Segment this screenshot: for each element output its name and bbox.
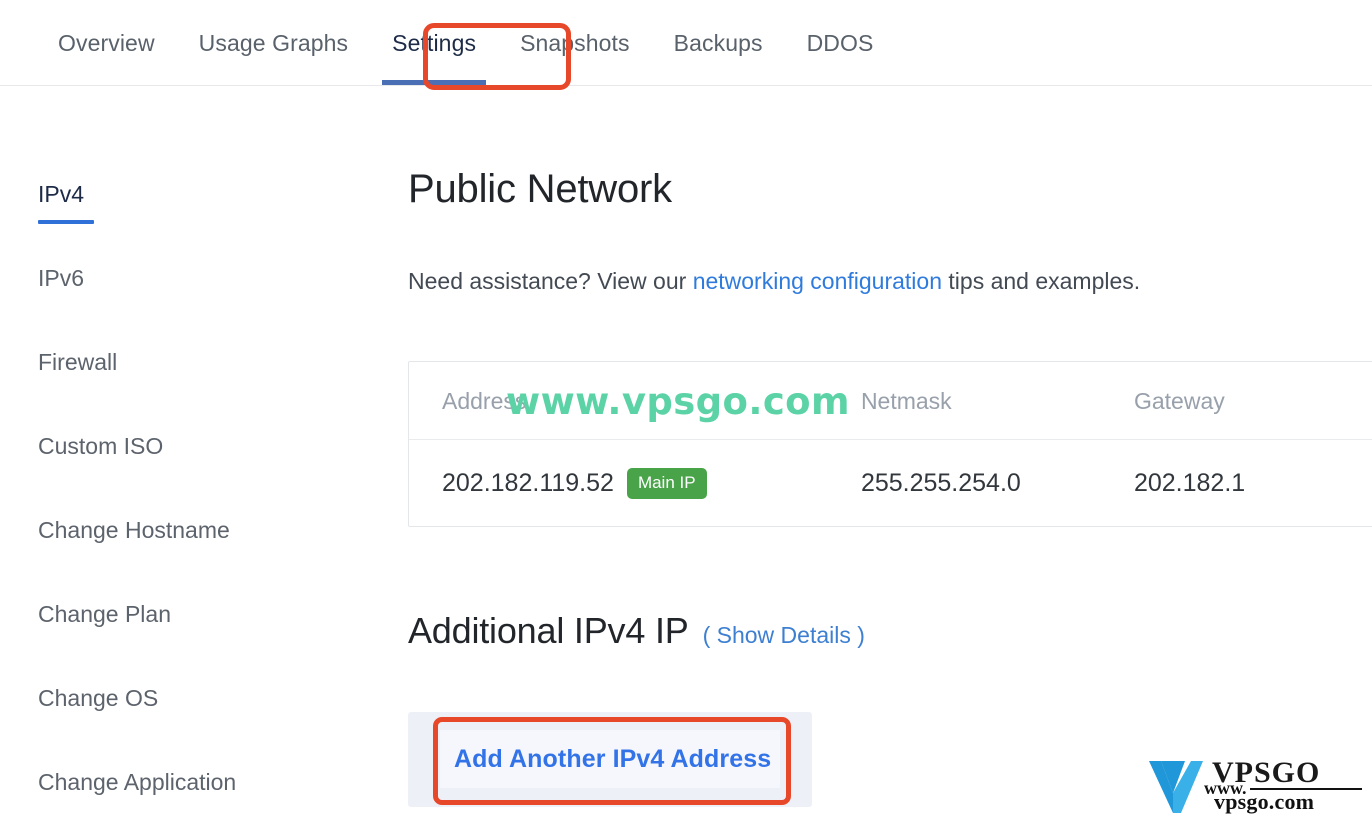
tab-list: Overview Usage Graphs Settings Snapshots…	[36, 0, 895, 85]
column-header-netmask: Netmask	[860, 387, 952, 414]
sidebar-item-custom-iso[interactable]: Custom ISO	[0, 432, 400, 516]
cell-address: 202.182.119.52 Main IP	[409, 467, 861, 499]
table-row: 202.182.119.52 Main IP 255.255.254.0 202…	[409, 440, 1372, 526]
tab-active-underline	[382, 80, 487, 85]
sidebar-item-label: Firewall	[38, 349, 118, 375]
sidebar-item-firewall[interactable]: Firewall	[0, 348, 400, 432]
column-header-gateway: Gateway	[1133, 387, 1225, 414]
additional-ipv4-heading: Additional IPv4 IP	[408, 610, 689, 651]
tab-label: Settings	[392, 30, 477, 56]
tab-backups[interactable]: Backups	[652, 0, 785, 85]
sidebar-item-change-os[interactable]: Change OS	[0, 684, 400, 768]
logo-v-icon	[1143, 761, 1203, 813]
assistance-text: Need assistance? View our networking con…	[408, 266, 1140, 296]
logo-text: VPSGO www. vpsgo.com	[1204, 757, 1366, 815]
sidebar-item-label: Change Plan	[38, 601, 171, 627]
column-header-address: Address	[442, 387, 527, 414]
tab-label: Overview	[58, 30, 155, 56]
page-title: Public Network	[408, 167, 672, 211]
sidebar-item-change-plan[interactable]: Change Plan	[0, 600, 400, 684]
sidebar-item-label: Change Application	[38, 769, 237, 795]
tab-settings[interactable]: Settings	[370, 0, 498, 85]
sidebar-item-label: IPv6	[38, 265, 85, 291]
add-ipv4-panel: Add Another IPv4 Address	[408, 712, 812, 807]
assistance-text-after: tips and examples.	[942, 268, 1141, 294]
tab-label: Backups	[673, 30, 763, 56]
add-another-ipv4-address-button[interactable]: Add Another IPv4 Address	[440, 730, 780, 788]
show-details-link[interactable]: ( Show Details )	[703, 621, 865, 649]
logo-domain-text: vpsgo.com	[1214, 789, 1315, 814]
tab-overview[interactable]: Overview	[36, 0, 177, 85]
sidebar-item-change-application[interactable]: Change Application	[0, 768, 400, 820]
tab-label: Usage Graphs	[198, 30, 349, 56]
sidebar-item-label: Custom ISO	[38, 433, 164, 459]
additional-ipv4-heading-row: Additional IPv4 IP ( Show Details )	[408, 609, 865, 653]
tab-ddos[interactable]: DDOS	[785, 0, 896, 85]
vpsgo-logo: VPSGO www. vpsgo.com	[1143, 757, 1367, 815]
sidebar-item-label: Change Hostname	[38, 517, 230, 543]
sidebar-item-ipv4[interactable]: IPv4	[0, 180, 400, 264]
sidebar-item-label: Change OS	[38, 685, 159, 711]
tab-label: Snapshots	[520, 30, 630, 56]
cell-netmask: 255.255.254.0	[860, 469, 1021, 497]
assistance-text-before: Need assistance? View our	[408, 268, 693, 294]
main-content: Public Network Need assistance? View our…	[408, 86, 1372, 820]
sidebar-item-ipv6[interactable]: IPv6	[0, 264, 400, 348]
public-network-ip-table: Address Netmask Gateway 202.182.119.52 M…	[408, 361, 1372, 527]
sidebar-item-label: IPv4	[38, 181, 85, 207]
top-tab-nav: Overview Usage Graphs Settings Snapshots…	[0, 0, 1372, 86]
table-header-row: Address Netmask Gateway	[409, 362, 1372, 440]
vps-settings-page: Overview Usage Graphs Settings Snapshots…	[0, 0, 1372, 820]
tab-label: DDOS	[806, 30, 874, 56]
ip-address-value: 202.182.119.52	[442, 469, 614, 497]
tab-usage-graphs[interactable]: Usage Graphs	[177, 0, 371, 85]
cell-gateway: 202.182.1	[1133, 469, 1246, 497]
sidebar-active-underline	[38, 220, 94, 224]
networking-configuration-link[interactable]: networking configuration	[693, 268, 942, 294]
sidebar-item-change-hostname[interactable]: Change Hostname	[0, 516, 400, 600]
tab-snapshots[interactable]: Snapshots	[498, 0, 652, 85]
status-badge-main-ip: Main IP	[626, 467, 707, 499]
settings-sidebar: IPv4 IPv6 Firewall Custom ISO Change Hos…	[0, 86, 400, 820]
